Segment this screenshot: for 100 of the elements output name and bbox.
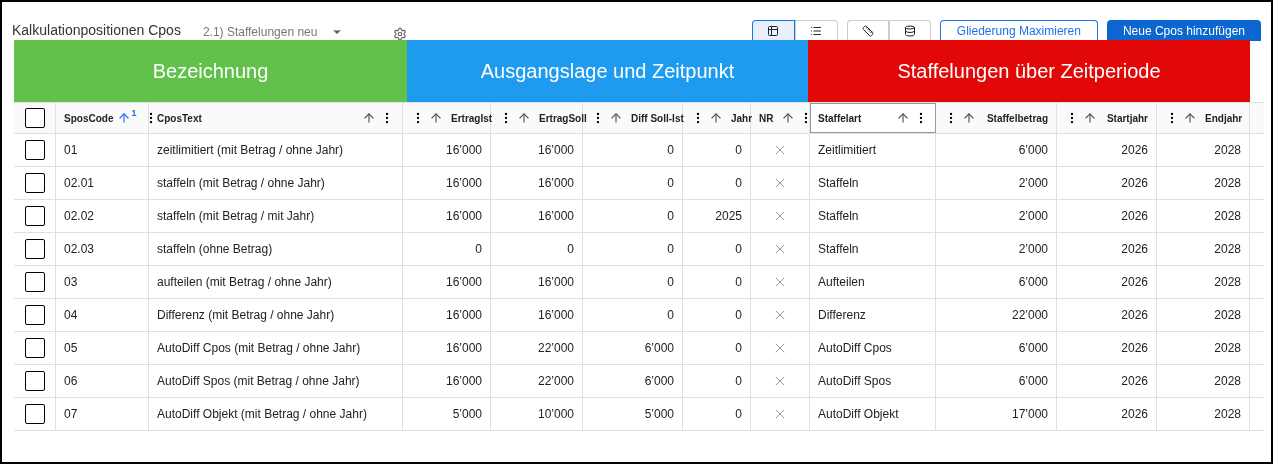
sort-arrow-icon[interactable]	[429, 111, 443, 125]
row-checkbox[interactable]	[24, 140, 45, 160]
table-cell-text: 16’000	[537, 175, 574, 192]
table-cell-text: 2028	[1214, 373, 1241, 390]
select-all-checkbox[interactable]	[24, 108, 45, 128]
sort-arrow-icon[interactable]	[1083, 111, 1097, 125]
add-button[interactable]: Neue Cpos hinzufügen	[1106, 20, 1261, 41]
column-header: Endjahr	[1205, 111, 1243, 126]
table-cell-text: 22’000	[1011, 307, 1048, 324]
table-cell-text: Differenz (mit Betrag / ohne Jahr)	[157, 307, 335, 324]
column-header: NR	[759, 111, 774, 126]
section-banner: Bezeichnung	[14, 40, 407, 102]
table-cell-text: 0	[667, 307, 674, 324]
table-cell-text: 2026	[1121, 208, 1148, 225]
row-checkbox[interactable]	[24, 239, 45, 259]
table-cell-text: staffeln (mit Betrag / ohne Jahr)	[157, 175, 325, 192]
list-icon	[810, 25, 823, 37]
table-cell-text: 16’000	[445, 307, 482, 324]
column-header: Jahr	[731, 111, 753, 126]
column-header: CposText	[157, 111, 202, 126]
table-cell-text: 5’000	[644, 406, 674, 423]
table-cell-text: 04	[64, 307, 78, 324]
table-cell-text: staffeln (mit Betrag / mit Jahr)	[157, 208, 315, 225]
table-cell-text: 2026	[1121, 274, 1148, 291]
table-cell-text: 2’000	[1018, 208, 1048, 225]
table-cell-text: 2028	[1214, 241, 1241, 258]
table-cell-text: 0	[735, 406, 742, 423]
table-cell-text: 03	[64, 274, 78, 291]
column-header: SposCode	[64, 111, 114, 126]
table-cell-text: 02.01	[64, 175, 95, 192]
row-checkbox[interactable]	[24, 305, 45, 325]
table-cell-text: 16’000	[537, 274, 574, 291]
column-header: Startjahr	[1106, 111, 1148, 126]
table-cell-text: 16’000	[445, 175, 482, 192]
table-cell-text: 6’000	[644, 340, 674, 357]
table-cell-text: 16’000	[445, 373, 482, 390]
table-cell-text: 0	[475, 241, 482, 258]
table-cell-text: 5’000	[452, 406, 482, 423]
column-header: Staffelbetrag	[986, 111, 1048, 126]
row-checkbox[interactable]	[24, 404, 45, 424]
table-cell-text: 0	[667, 175, 674, 192]
table-cell-text: 0	[667, 208, 674, 225]
row-checkbox[interactable]	[24, 338, 45, 358]
table-cell-text: 6’000	[1018, 373, 1048, 390]
table-cell-text: 2026	[1121, 241, 1148, 258]
table-cell-text: 0	[735, 274, 742, 291]
table-cell-text: Staffeln	[818, 208, 859, 225]
table-cell-text: AutoDiff Objekt	[818, 406, 899, 423]
column-header: ErtragSoll	[539, 111, 587, 126]
table-cell-text: AutoDiff Cpos (mit Betrag / ohne Jahr)	[157, 340, 361, 357]
row-checkbox[interactable]	[24, 173, 45, 193]
table-cell-text: 6’000	[1018, 340, 1048, 357]
column-header: ErtragIst	[451, 111, 493, 126]
row-checkbox[interactable]	[24, 272, 45, 292]
sort-arrow-icon[interactable]	[1183, 111, 1197, 125]
table-cell-text: 2026	[1121, 307, 1148, 324]
table-cell-text: 05	[64, 340, 78, 357]
table-cell-text: Zeitlimitiert	[818, 142, 876, 159]
row-checkbox[interactable]	[24, 371, 45, 391]
table-cell-text: zeitlimitiert (mit Betrag / ohne Jahr)	[157, 142, 344, 159]
column-header: Staffelart	[818, 111, 862, 126]
table-cell-text: 2026	[1121, 373, 1148, 390]
table-cell-text: 16’000	[445, 208, 482, 225]
table-cell-text: 2026	[1121, 175, 1148, 192]
table-cell-text: 07	[64, 406, 78, 423]
table-cell-text: 6’000	[1018, 142, 1048, 159]
table-view-button[interactable]	[751, 20, 795, 41]
table-cell-text: 2026	[1121, 142, 1148, 159]
table-cell-text: Aufteilen	[818, 274, 865, 291]
focused-header-cell[interactable]: Staffelart	[810, 103, 936, 133]
table-cell-text: 6’000	[644, 373, 674, 390]
sort-rank: 1	[131, 107, 137, 120]
table-cell-text: AutoDiff Objekt (mit Betrag / ohne Jahr)	[157, 406, 367, 423]
table-cell-text: 0	[667, 142, 674, 159]
table-cell-text: Staffeln	[818, 241, 859, 258]
table-cell-text: 01	[64, 142, 78, 159]
section-banner: Ausgangslage und Zeitpunkt	[407, 40, 808, 102]
table-cell-text: 0	[735, 142, 742, 159]
ruler-button[interactable]	[846, 20, 889, 41]
table-cell-text: 0	[735, 307, 742, 324]
table-cell-text: 0	[735, 241, 742, 258]
table-cell-text: 02.03	[64, 241, 95, 258]
table-cell-text: 16’000	[445, 142, 482, 159]
table-cell-text: 16’000	[537, 208, 574, 225]
sort-arrow-icon[interactable]	[362, 111, 376, 125]
settings-icon[interactable]	[393, 27, 408, 41]
database-icon	[903, 25, 916, 37]
table-cell-text: AutoDiff Cpos	[818, 340, 892, 357]
table-cell-text: 22’000	[537, 373, 574, 390]
page-title: Kalkulationpositionen Cpos	[12, 21, 181, 40]
expand-button[interactable]: Gliederung Maximieren	[939, 20, 1098, 41]
table-cell-text: Differenz	[818, 307, 866, 324]
table-cell-text: 0	[735, 373, 742, 390]
ruler-icon	[861, 25, 874, 37]
row-checkbox[interactable]	[24, 206, 45, 226]
table-cell-text: 2028	[1214, 142, 1241, 159]
table-cell-text: 2028	[1214, 175, 1241, 192]
table-cell-text: 2026	[1121, 406, 1148, 423]
view-dropdown[interactable]: 2.1) Staffelungen neu	[202, 23, 344, 41]
table-cell-text: 02.02	[64, 208, 95, 225]
